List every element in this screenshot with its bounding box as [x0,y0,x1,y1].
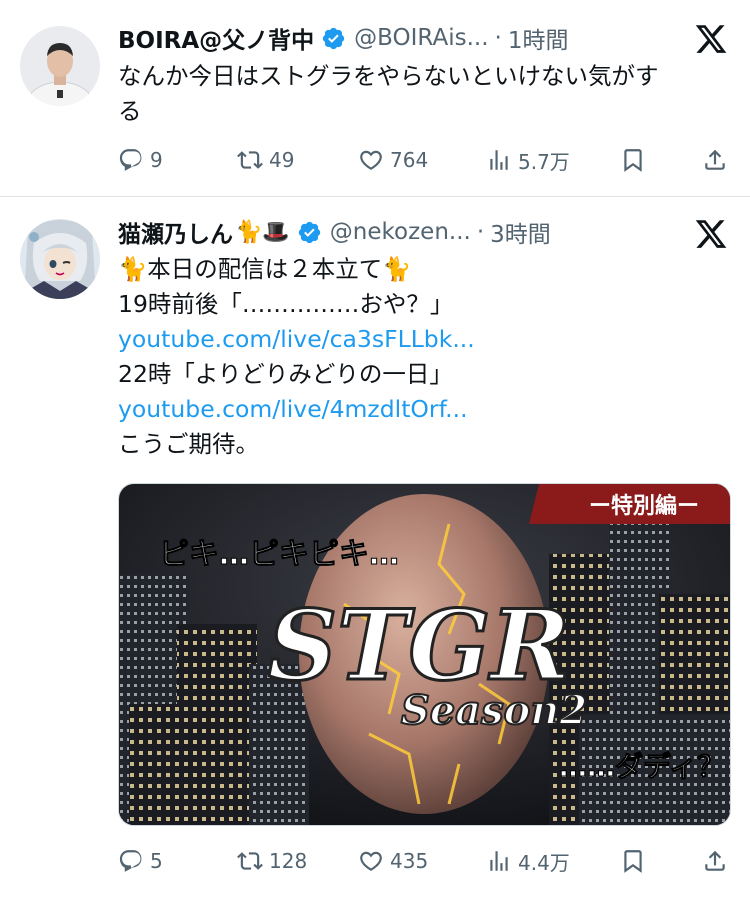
views-icon [490,150,508,170]
stgr-poster: ー特別編ー ピキ…ピキピキ… STGR Season2 ……ダディ？ [119,484,730,825]
like-count: 764 [390,148,429,172]
poster-logo: STGR [268,589,571,702]
separator-dot: · [476,219,485,245]
views-count: 5.7万 [518,149,570,174]
bookmark-icon [624,149,642,172]
reply-count: 5 [150,849,163,873]
timestamp[interactable]: 1時間 [508,21,569,55]
tweet-text: なんか今日はストグラをやらないといけない気がす る [118,59,733,129]
tweet-actions: 5 128 435 4.4万 [118,841,730,881]
views-count: 4.4万 [518,850,570,875]
tweet-actions: 9 49 764 5.7万 [118,140,730,180]
tweet-link[interactable]: youtube.com/live/4mzdltOrf... [118,392,733,427]
like-button[interactable]: 764 [358,140,428,180]
avatar-boira[interactable] [20,26,100,106]
tweet-header: BOIRA@父ノ背中 @BOIRAis... · 1時間 [118,20,568,56]
display-name[interactable]: 猫瀬乃しん [118,215,233,249]
share-icon [705,850,725,871]
timestamp[interactable]: 3時間 [490,215,551,249]
share-icon [705,149,725,170]
tweet-1[interactable]: BOIRA@父ノ背中 @BOIRAis... · 1時間 なんか今日はストグラを… [0,0,750,196]
tweet-link[interactable]: youtube.com/live/ca3sFLLbk... [118,322,733,357]
tweet-media-image[interactable]: ー特別編ー ピキ…ピキピキ… STGR Season2 ……ダディ？ [118,483,731,826]
tweet-text-line: 22時「よりどりみどりの一日」 [118,360,453,388]
verified-badge-icon [322,27,345,49]
bookmark-icon [624,850,642,873]
tweet-text-line: 🐈本日の配信は２本立て🐈 [118,255,412,283]
reply-button[interactable]: 5 [118,841,163,881]
views-button[interactable]: 5.7万 [486,140,570,180]
tweet-text-line: なんか今日はストグラをやらないといけない気がす [118,62,659,90]
tweet-text: 🐈本日の配信は２本立て🐈 19時前後「……………おや？」 youtube.com… [118,252,733,462]
reply-icon [119,850,142,872]
user-handle[interactable]: @nekozen... [330,219,471,245]
user-handle[interactable]: @BOIRAis... [354,25,488,51]
reply-button[interactable]: 9 [118,140,163,180]
bookmark-button[interactable] [620,841,652,881]
views-icon [490,851,508,871]
repost-count: 49 [269,148,295,172]
banner-text: ー特別編ー [589,493,699,519]
like-icon [360,150,382,170]
repost-icon [237,852,263,870]
poster-bottom-text: ……ダディ？ [559,750,725,783]
reply-icon [119,149,142,171]
name-emoji: 🐈🎩 [235,219,290,245]
x-logo-icon[interactable] [694,22,728,56]
share-button[interactable] [702,841,734,881]
bookmark-button[interactable] [620,140,652,180]
tweet-text-line: る [118,97,142,125]
avatar-nekose[interactable] [20,219,100,299]
repost-icon [237,151,263,169]
like-button[interactable]: 435 [358,841,428,881]
like-count: 435 [390,849,429,873]
separator-dot: · [494,25,502,51]
display-name[interactable]: BOIRA@父ノ背中 [118,21,314,55]
repost-count: 128 [269,849,308,873]
tweet-header: 猫瀬乃しん 🐈🎩 @nekozen... · 3時間 [118,214,551,250]
x-logo-icon[interactable] [694,217,728,251]
views-button[interactable]: 4.4万 [486,841,570,881]
repost-button[interactable]: 128 [237,841,307,881]
repost-button[interactable]: 49 [237,140,294,180]
tweet-text-line: こうご期待。 [118,430,259,458]
verified-badge-icon [298,221,320,243]
poster-top-text: ピキ…ピキピキ… [159,537,399,572]
reply-count: 9 [150,148,163,172]
poster-logo-sub: Season2 [401,687,587,734]
share-button[interactable] [702,140,734,180]
tweet-text-line: 19時前後「……………おや？」 [118,290,454,318]
like-icon [360,851,382,871]
